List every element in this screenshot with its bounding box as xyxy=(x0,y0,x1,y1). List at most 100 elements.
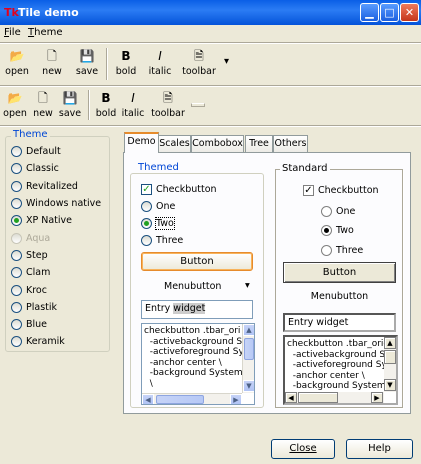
theme-option-xp-native[interactable]: XP Native xyxy=(11,212,108,229)
open-folder-icon: 📂 xyxy=(7,91,23,105)
standard-checkbutton[interactable]: ✓ Checkbutton xyxy=(303,183,379,197)
close-button[interactable]: Close xyxy=(271,439,335,459)
scroll-right-icon[interactable]: ▶ xyxy=(371,392,383,403)
tab-scales[interactable]: Scales xyxy=(158,135,191,152)
themed-horizontal-scrollbar[interactable]: ◀ ▶ xyxy=(142,393,242,404)
standard-text-area[interactable]: checkbutton .tbar_orig -activebackground… xyxy=(283,335,398,405)
themed-text-content: checkbutton .tbar_ori -activebackground … xyxy=(144,326,244,389)
toolbar2-bold-button[interactable]: Bbold xyxy=(95,90,117,119)
bold-icon: B xyxy=(101,91,111,105)
themed-button[interactable]: Button xyxy=(141,252,253,271)
toolbar2-new-button[interactable]: 🗋 new xyxy=(32,90,54,119)
radio-icon xyxy=(11,146,22,158)
standard-radio-three[interactable]: Three xyxy=(321,243,363,257)
radio-icon xyxy=(11,232,22,244)
toolbar1-bold-button[interactable]: Bbold xyxy=(113,48,139,77)
radio-icon xyxy=(11,301,22,313)
standard-entry[interactable]: Entry widget xyxy=(283,313,396,332)
radio-icon xyxy=(11,319,22,331)
standard-radio-two[interactable]: Two xyxy=(321,223,354,237)
scroll-right-icon[interactable]: ▶ xyxy=(230,394,242,404)
text-line: -activebackground S xyxy=(144,336,243,347)
scroll-down-icon[interactable]: ▼ xyxy=(243,380,254,392)
help-button[interactable]: Help xyxy=(346,439,413,459)
minimize-button[interactable]: ▁ xyxy=(360,3,379,22)
theme-option-kroc[interactable]: Kroc xyxy=(11,281,108,298)
menu-bar: File Theme xyxy=(0,25,421,42)
theme-option-windows-native[interactable]: Windows native xyxy=(11,195,108,212)
maximize-icon: □ xyxy=(384,6,395,19)
scroll-down-icon[interactable]: ▼ xyxy=(384,379,396,391)
close-window-button[interactable]: ✕ xyxy=(400,3,419,22)
theme-option-plastik[interactable]: Plastik xyxy=(11,299,108,316)
radio-icon xyxy=(11,180,22,192)
toolbar2-grip[interactable] xyxy=(191,103,205,107)
scroll-left-icon[interactable]: ◀ xyxy=(142,394,154,404)
tab-demo-active[interactable]: Demo xyxy=(124,132,159,153)
scroll-left-icon[interactable]: ◀ xyxy=(285,392,297,403)
themed-menubutton[interactable]: Menubutton ▾ xyxy=(141,279,253,295)
toolbar1-separator xyxy=(106,48,108,80)
menu-theme[interactable]: Theme xyxy=(28,27,63,38)
toolbar1-open-button[interactable]: 📂 open xyxy=(3,48,31,77)
theme-option-revitalized[interactable]: Revitalized xyxy=(11,178,108,195)
theme-option-clam[interactable]: Clam xyxy=(11,264,108,281)
toolbar-2: 📂 open 🗋 new 💾 save Bbold Iitalic 🗎 toolbar xyxy=(0,87,421,125)
toolbar1-save-button[interactable]: 💾 save xyxy=(73,48,101,77)
standard-hscroll-thumb[interactable] xyxy=(298,392,338,403)
radio-selected-icon xyxy=(141,217,152,229)
theme-option-keramik[interactable]: Keramik xyxy=(11,333,108,350)
maximize-button[interactable]: □ xyxy=(380,3,399,22)
toolbar2-open-button[interactable]: 📂 open xyxy=(3,90,27,119)
menu-file[interactable]: File xyxy=(4,27,21,38)
tab-others[interactable]: Others xyxy=(273,135,308,152)
toolbar1-new-button[interactable]: 🗋 new xyxy=(39,48,65,77)
themed-radio-three[interactable]: Three xyxy=(141,233,183,247)
themed-entry[interactable]: Entry widget xyxy=(141,300,253,319)
standard-vscroll-thumb[interactable] xyxy=(384,350,396,364)
checkbox-checked-icon: ✓ xyxy=(141,183,152,195)
standard-button[interactable]: Button xyxy=(283,262,396,283)
themed-radio-one[interactable]: One xyxy=(141,199,175,213)
themed-radio-two[interactable]: Two xyxy=(141,216,175,230)
toolbar2-italic-button[interactable]: Iitalic xyxy=(120,90,146,119)
text-line: \ xyxy=(144,378,153,389)
standard-horizontal-scrollbar[interactable]: ◀ ▶ xyxy=(285,392,384,403)
open-folder-icon: 📂 xyxy=(9,49,25,63)
themed-vertical-scrollbar[interactable]: ▲ ▼ xyxy=(242,324,254,393)
themed-hscroll-thumb[interactable] xyxy=(156,395,204,404)
themed-vscroll-thumb[interactable] xyxy=(244,338,254,360)
text-line: -anchor center \ xyxy=(287,370,365,381)
text-line: -activeforeground Sy xyxy=(144,347,244,357)
theme-option-step[interactable]: Step xyxy=(11,247,108,264)
radio-selected-icon xyxy=(321,224,332,236)
themed-text-area[interactable]: checkbutton .tbar_ori -activebackground … xyxy=(141,323,255,405)
theme-option-aqua: Aqua xyxy=(11,229,108,246)
theme-frame-label: Theme xyxy=(11,129,50,140)
theme-option-classic[interactable]: Classic xyxy=(11,160,108,177)
theme-option-default[interactable]: Default xyxy=(11,143,108,160)
tk-app-icon[interactable]: Tk xyxy=(4,6,19,19)
toolbar1-menu-arrow[interactable]: ▾ xyxy=(224,56,229,67)
tab-combobox[interactable]: Combobox xyxy=(191,135,244,152)
scroll-up-icon[interactable]: ▲ xyxy=(384,337,396,349)
toolbar2-save-button[interactable]: 💾 save xyxy=(58,90,82,119)
standard-vertical-scrollbar[interactable]: ▲ ▼ xyxy=(384,337,396,392)
tab-tree[interactable]: Tree xyxy=(245,135,273,152)
toolbar2-toolbar-button[interactable]: 🗎 toolbar xyxy=(151,90,185,119)
radio-icon xyxy=(11,249,22,261)
toolbar1-italic-button[interactable]: Iitalic xyxy=(145,48,175,77)
text-line: -background System xyxy=(287,381,386,391)
radio-icon xyxy=(141,234,152,246)
themed-checkbutton[interactable]: ✓ Checkbutton xyxy=(141,182,217,196)
bold-icon: B xyxy=(121,49,131,63)
theme-option-blue[interactable]: Blue xyxy=(11,316,108,333)
title-bar[interactable]: Tk Tile demo ▁ □ ✕ xyxy=(0,0,421,25)
radio-icon xyxy=(11,267,22,279)
standard-radio-one[interactable]: One xyxy=(321,204,355,218)
new-file-icon: 🗋 xyxy=(38,91,48,105)
scroll-up-icon[interactable]: ▲ xyxy=(243,324,254,336)
toolbar1-toolbar-button[interactable]: 🗎 toolbar xyxy=(180,48,218,77)
standard-menubutton[interactable]: Menubutton xyxy=(283,291,396,307)
radio-icon xyxy=(321,205,332,217)
